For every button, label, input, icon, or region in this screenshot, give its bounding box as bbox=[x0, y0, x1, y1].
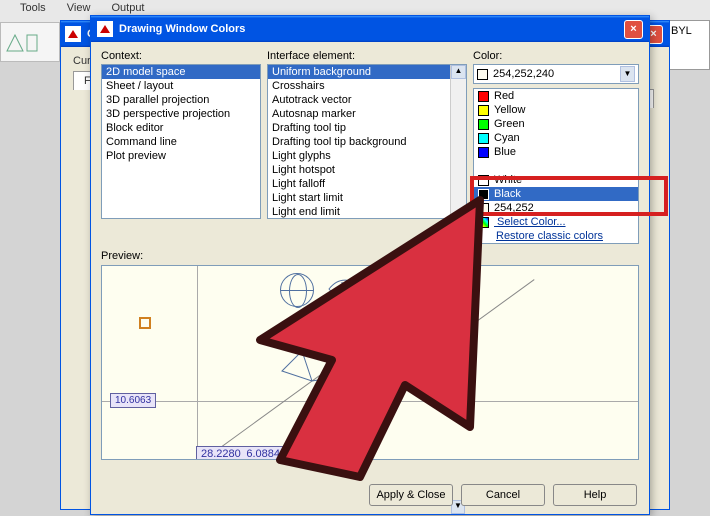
dialog-title: Drawing Window Colors bbox=[119, 23, 245, 35]
globe-glyph-icon bbox=[280, 273, 314, 307]
color-option-label: Yellow bbox=[494, 104, 525, 116]
interface-element-item[interactable]: Autosnap marker bbox=[268, 107, 450, 121]
coord-readout-1: 10.6063 bbox=[110, 393, 156, 408]
scrollbar[interactable]: ▲ ▼ bbox=[450, 65, 466, 218]
context-item[interactable]: 2D model space bbox=[102, 65, 260, 79]
color-swatch bbox=[478, 119, 489, 130]
color-option-custom[interactable]: 254,252 bbox=[474, 201, 638, 215]
preview-area: 10.6063 28.2280 6.0884 bbox=[101, 265, 639, 460]
chevron-down-icon[interactable]: ▼ bbox=[620, 66, 635, 82]
color-dropdown-list[interactable]: RedYellowGreenCyanBlueWhiteBlack254,252 … bbox=[473, 88, 639, 244]
interface-element-item[interactable]: Light hotspot bbox=[268, 163, 450, 177]
color-option-green[interactable]: Green bbox=[474, 117, 638, 131]
color-option-label: Green bbox=[494, 118, 525, 130]
close-icon: × bbox=[630, 23, 636, 35]
color-option-label: Blue bbox=[494, 146, 516, 158]
context-item[interactable]: 3D parallel projection bbox=[102, 93, 260, 107]
color-option-label: 254,252 bbox=[494, 202, 534, 214]
interface-element-item[interactable]: Light end limit bbox=[268, 205, 450, 218]
color-swatch bbox=[478, 91, 489, 102]
context-listbox[interactable]: 2D model spaceSheet / layout3D parallel … bbox=[101, 64, 261, 219]
context-item[interactable]: Plot preview bbox=[102, 149, 260, 163]
camera-glyph-icon bbox=[272, 331, 392, 391]
scroll-up-icon[interactable]: ▲ bbox=[451, 65, 466, 79]
color-combobox[interactable]: 254,252,240 ▼ bbox=[473, 64, 639, 84]
context-item[interactable]: Sheet / layout bbox=[102, 79, 260, 93]
app-icon bbox=[97, 21, 113, 37]
color-swatch bbox=[478, 175, 489, 186]
interface-element-item[interactable]: Light start limit bbox=[268, 191, 450, 205]
restore-classic-colors-link[interactable]: Restore classic colors bbox=[492, 229, 638, 243]
color-option-blue[interactable]: Blue bbox=[474, 145, 638, 159]
select-color-link[interactable]: Select Color... bbox=[474, 215, 638, 229]
color-swatch bbox=[478, 203, 489, 214]
color-option-label: White bbox=[494, 174, 522, 186]
interface-element-label: Interface element: bbox=[267, 50, 467, 62]
color-option-label: Cyan bbox=[494, 132, 520, 144]
interface-element-item[interactable]: Light falloff bbox=[268, 177, 450, 191]
color-label: Color: bbox=[473, 50, 639, 62]
color-swatch bbox=[477, 69, 488, 80]
color-swatch bbox=[478, 147, 489, 158]
context-item[interactable]: Block editor bbox=[102, 121, 260, 135]
interface-element-item[interactable]: Drafting tool tip background bbox=[268, 135, 450, 149]
color-swatch bbox=[478, 189, 489, 200]
toolbar-icons bbox=[1, 23, 61, 61]
interface-element-item[interactable]: Crosshairs bbox=[268, 79, 450, 93]
context-item[interactable]: 3D perspective projection bbox=[102, 107, 260, 121]
color-option-label: Red bbox=[494, 90, 514, 102]
apply-close-button[interactable]: Apply & Close bbox=[369, 484, 453, 506]
cancel-button[interactable]: Cancel bbox=[461, 484, 545, 506]
context-label: Context: bbox=[101, 50, 261, 62]
color-swatch bbox=[478, 105, 489, 116]
menu-view[interactable]: View bbox=[67, 2, 91, 14]
interface-element-item[interactable]: Uniform background bbox=[268, 65, 450, 79]
color-option-cyan[interactable]: Cyan bbox=[474, 131, 638, 145]
light-glyph-icon bbox=[324, 274, 374, 304]
color-option-red[interactable]: Red bbox=[474, 89, 638, 103]
menu-output[interactable]: Output bbox=[111, 2, 144, 14]
context-item[interactable]: Command line bbox=[102, 135, 260, 149]
interface-element-item[interactable]: Light glyphs bbox=[268, 149, 450, 163]
color-swatch bbox=[478, 133, 489, 144]
app-icon bbox=[65, 26, 81, 42]
autosnap-marker-icon bbox=[139, 317, 151, 329]
color-option-label: Black bbox=[494, 188, 521, 200]
titlebar[interactable]: Drawing Window Colors × bbox=[91, 16, 649, 42]
preview-label: Preview: bbox=[101, 250, 639, 262]
drawing-window-colors-dialog: Drawing Window Colors × Context: 2D mode… bbox=[90, 15, 650, 515]
color-wheel-icon bbox=[478, 217, 489, 228]
interface-element-listbox[interactable]: Uniform backgroundCrosshairsAutotrack ve… bbox=[267, 64, 467, 219]
color-value: 254,252,240 bbox=[493, 68, 554, 80]
interface-element-item[interactable]: Drafting tool tip bbox=[268, 121, 450, 135]
coord-readout-2: 28.2280 6.0884 bbox=[196, 446, 285, 460]
close-button[interactable]: × bbox=[624, 20, 643, 39]
help-button[interactable]: Help bbox=[553, 484, 637, 506]
color-option-yellow[interactable]: Yellow bbox=[474, 103, 638, 117]
menu-tools[interactable]: Tools bbox=[20, 2, 46, 14]
color-option-white[interactable]: White bbox=[474, 173, 638, 187]
color-option-black[interactable]: Black bbox=[474, 187, 638, 201]
interface-element-item[interactable]: Autotrack vector bbox=[268, 93, 450, 107]
